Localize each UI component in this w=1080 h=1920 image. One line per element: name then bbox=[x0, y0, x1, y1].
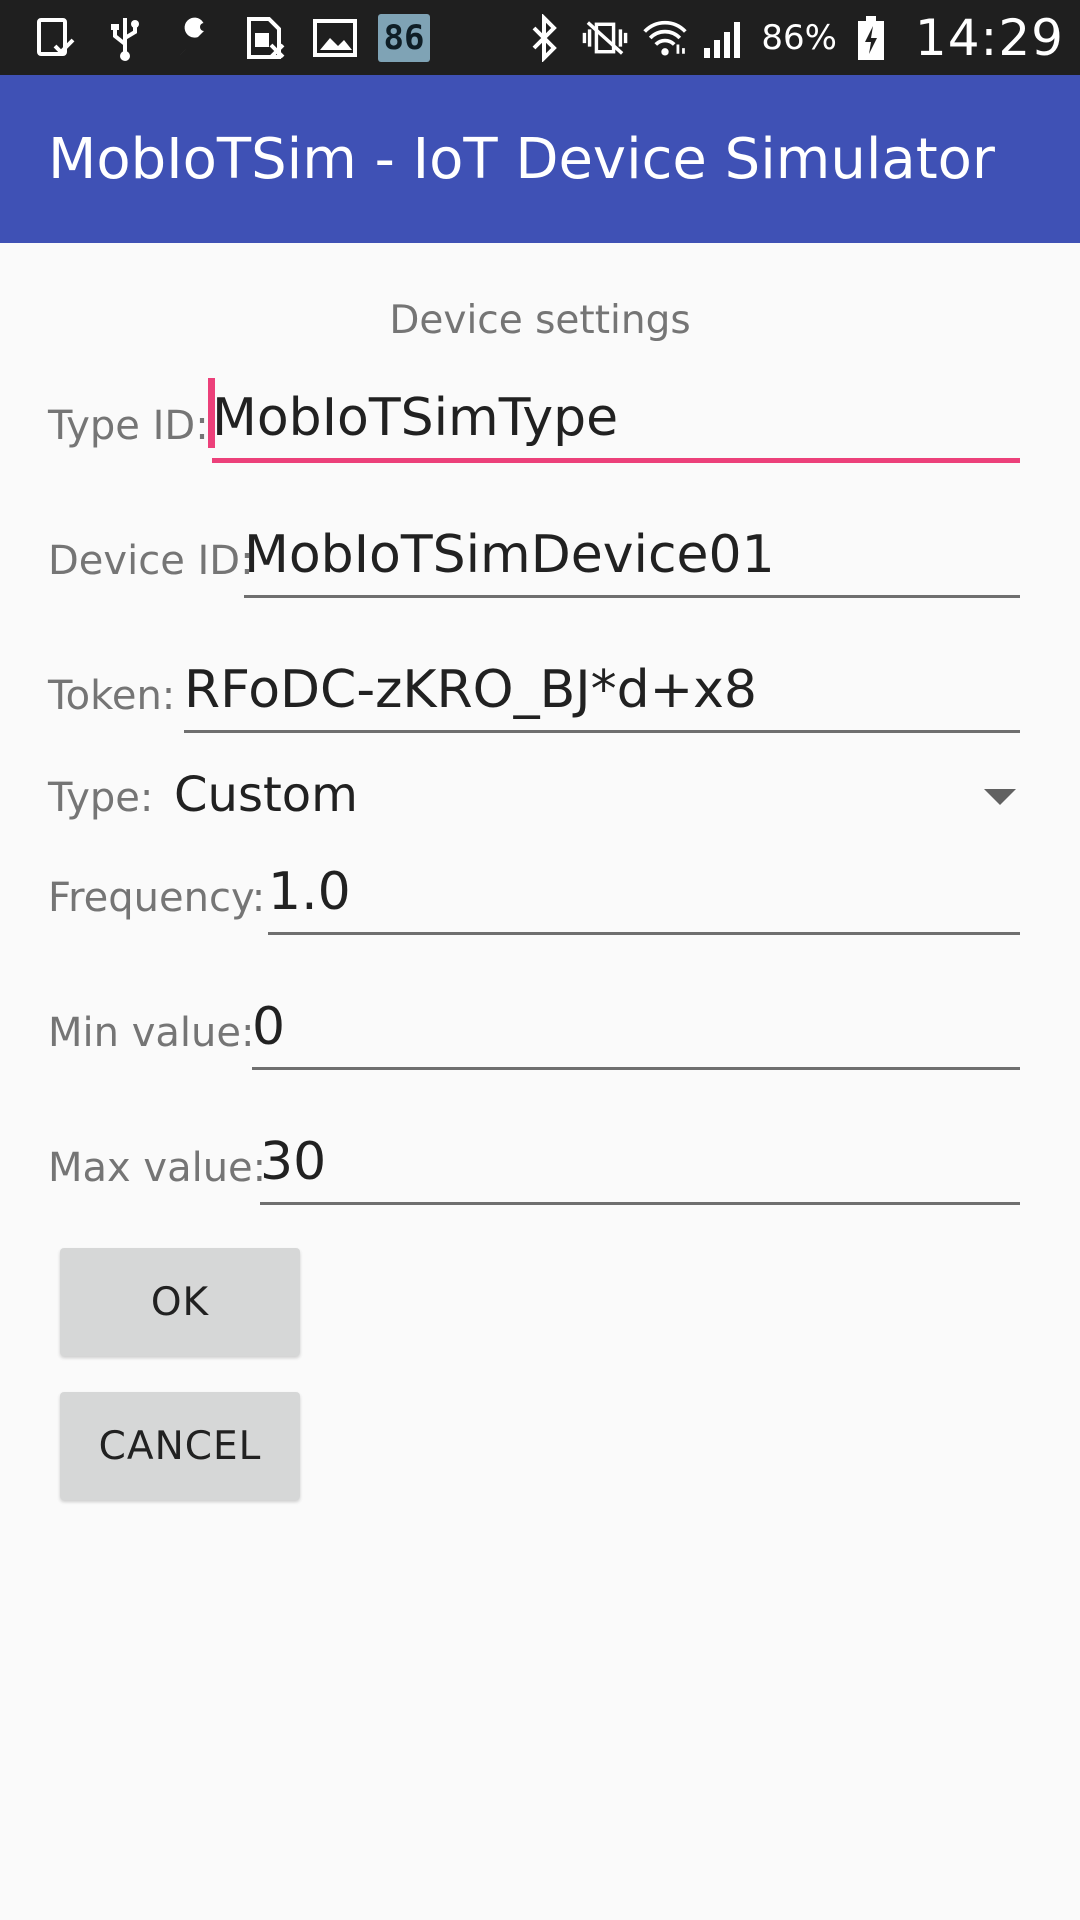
max-value-row: Max value: 30 bbox=[48, 1105, 1020, 1205]
dropdown-arrow-icon bbox=[984, 789, 1016, 805]
type-id-value: MobIoTSimType bbox=[212, 388, 619, 448]
image-icon bbox=[308, 11, 362, 65]
status-bar-right: 86% 14:29 bbox=[521, 9, 1064, 67]
type-id-row: Type ID: MobIoTSimType bbox=[48, 363, 1020, 463]
signal-icon bbox=[701, 11, 749, 65]
bluetooth-icon bbox=[521, 11, 569, 65]
notification-badge: 86 bbox=[378, 13, 430, 62]
usb-icon bbox=[98, 11, 152, 65]
type-id-field[interactable]: MobIoTSimType bbox=[208, 378, 1020, 463]
type-label: Type: bbox=[48, 775, 154, 821]
device-id-label: Device ID: bbox=[48, 538, 254, 584]
token-value: RFoDC-zKRO_BJ*d+x8 bbox=[184, 660, 758, 720]
token-row: Token: RFoDC-zKRO_BJ*d+x8 bbox=[48, 633, 1020, 733]
min-value-label: Min value: bbox=[48, 1010, 255, 1056]
frequency-value: 1.0 bbox=[268, 862, 351, 922]
device-id-field[interactable]: MobIoTSimDevice01 bbox=[244, 514, 1020, 598]
max-value-label: Max value: bbox=[48, 1145, 267, 1191]
vibrate-mute-icon bbox=[581, 11, 629, 65]
min-value-value: 0 bbox=[252, 997, 286, 1057]
wrench-icon bbox=[168, 11, 222, 65]
max-value-value: 30 bbox=[260, 1132, 327, 1192]
status-bar-left: 86 bbox=[28, 11, 446, 65]
type-id-label: Type ID: bbox=[48, 403, 209, 449]
frequency-row: Frequency: 1.0 bbox=[48, 835, 1020, 935]
battery-charging-icon bbox=[847, 11, 895, 65]
device-id-value: MobIoTSimDevice01 bbox=[244, 525, 775, 585]
cancel-button[interactable]: CANCEL bbox=[60, 1392, 300, 1500]
battery-percent: 86% bbox=[761, 17, 837, 58]
status-time: 14:29 bbox=[914, 8, 1064, 67]
type-spinner[interactable]: Type: Custom bbox=[48, 753, 1020, 833]
device-id-row: Device ID: MobIoTSimDevice01 bbox=[48, 498, 1020, 598]
app-title: MobIoTSim - IoT Device Simulator bbox=[48, 126, 995, 192]
max-value-field[interactable]: 30 bbox=[260, 1121, 1020, 1205]
min-value-field[interactable]: 0 bbox=[252, 986, 1020, 1070]
frequency-label: Frequency: bbox=[48, 875, 266, 921]
status-bar: 86 86% 14:29 bbox=[0, 0, 1080, 75]
min-value-row: Min value: 0 bbox=[48, 970, 1020, 1070]
app-bar: MobIoTSim - IoT Device Simulator bbox=[0, 75, 1080, 243]
frequency-field[interactable]: 1.0 bbox=[268, 851, 1020, 935]
token-label: Token: bbox=[48, 673, 176, 719]
wifi-icon bbox=[641, 11, 689, 65]
section-title: Device settings bbox=[389, 298, 691, 343]
tablet-check-icon bbox=[28, 11, 82, 65]
type-value: Custom bbox=[174, 767, 358, 823]
sim-card-icon bbox=[238, 11, 292, 65]
token-field[interactable]: RFoDC-zKRO_BJ*d+x8 bbox=[184, 649, 1020, 733]
ok-button[interactable]: OK bbox=[60, 1248, 300, 1356]
